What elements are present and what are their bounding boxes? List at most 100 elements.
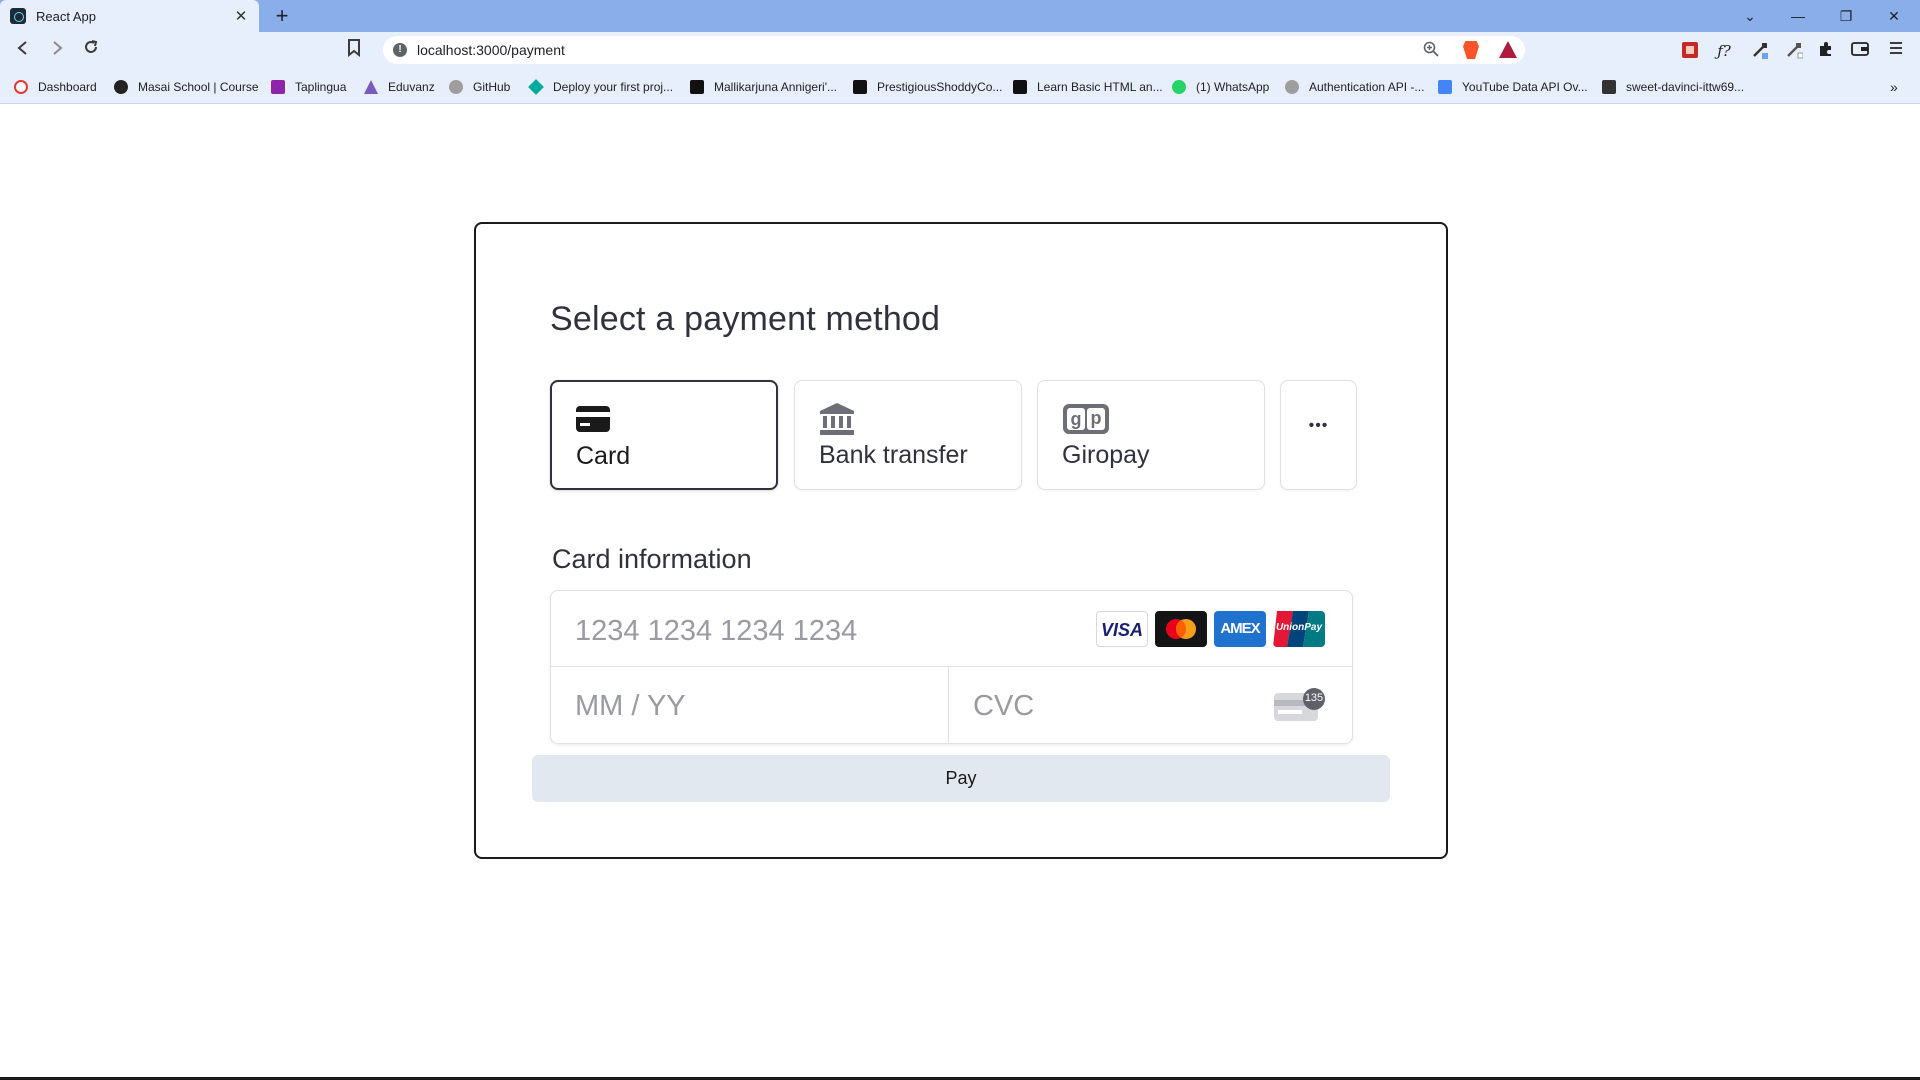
eyedropper-icon[interactable] — [1784, 41, 1804, 61]
pay-button[interactable]: Pay — [532, 755, 1390, 802]
dashboard-favicon-icon — [14, 80, 28, 94]
menu-icon[interactable] — [1886, 41, 1906, 61]
whatsapp-favicon-icon — [1172, 80, 1186, 94]
brave-shield-icon[interactable] — [1463, 41, 1479, 59]
method-label: Card — [576, 442, 631, 470]
replit-favicon-icon — [853, 80, 867, 94]
card-information-box: VISA AMEX UnionPay 135 — [550, 590, 1353, 744]
bookmark-deploy[interactable]: Deploy your first proj... — [528, 78, 674, 96]
tab-react-app[interactable]: React App ✕ — [0, 0, 259, 32]
bookmark-taplingua[interactable]: Taplingua — [271, 78, 346, 96]
restore-button[interactable]: ❐ — [1822, 0, 1870, 32]
bank-icon — [819, 403, 855, 440]
bookmark-label: GitHub — [473, 80, 511, 94]
payment-method-card[interactable]: Card — [550, 380, 778, 490]
svg-text:p: p — [1091, 408, 1102, 428]
reload-icon[interactable] — [78, 38, 104, 64]
bookmark-prestigious[interactable]: PrestigiousShoddyCo... — [853, 78, 1002, 96]
payment-method-bank-transfer[interactable]: Bank transfer — [794, 380, 1022, 490]
visa-icon: VISA — [1096, 611, 1148, 647]
taplingua-favicon-icon — [271, 80, 285, 94]
payment-panel: Select a payment method Card Bank transf… — [474, 222, 1448, 859]
github-favicon-icon — [449, 80, 463, 94]
url-text[interactable]: localhost:3000/payment — [417, 42, 565, 58]
extensions-puzzle-icon[interactable] — [1816, 41, 1836, 61]
bookmark-label: Learn Basic HTML an... — [1037, 80, 1163, 94]
bookmark-sweet-davinci[interactable]: sweet-davinci-ittw69... — [1602, 78, 1744, 96]
minimize-button[interactable]: — — [1774, 0, 1822, 32]
page-title: Select a payment method — [550, 300, 941, 338]
codesandbox-favicon-icon — [1602, 80, 1616, 94]
bookmark-label: sweet-davinci-ittw69... — [1626, 80, 1745, 94]
bookmark-label: PrestigiousShoddyCo... — [877, 80, 1003, 94]
amex-icon: AMEX — [1214, 611, 1266, 647]
method-label: Bank transfer — [819, 441, 968, 469]
wallet-icon[interactable] — [1850, 41, 1870, 61]
masai-favicon-icon — [114, 80, 128, 94]
unionpay-icon: UnionPay — [1273, 611, 1325, 647]
bookmark-label: Deploy your first proj... — [553, 80, 674, 94]
expiry-input[interactable] — [575, 686, 925, 726]
address-bar[interactable]: ! localhost:3000/payment — [383, 36, 1525, 64]
github-favicon-icon — [1285, 80, 1299, 94]
new-tab-button[interactable]: + — [270, 2, 294, 30]
cvc-cell: 135 — [949, 667, 1352, 743]
zoom-icon[interactable] — [1423, 41, 1439, 61]
bookmark-label: (1) WhatsApp — [1196, 80, 1270, 94]
bookmark-eduvanz[interactable]: Eduvanz — [364, 78, 435, 96]
tab-close-icon[interactable]: ✕ — [233, 7, 249, 25]
forward-icon[interactable] — [44, 38, 70, 64]
brave-rewards-icon[interactable] — [1499, 41, 1517, 58]
bookmarks-bar: Dashboard Masai School | Course Taplingu… — [0, 70, 1920, 104]
more-icon: ••• — [1308, 417, 1329, 434]
bookmark-dashboard[interactable]: Dashboard — [14, 78, 97, 96]
more-bookmarks-button[interactable]: » — [1890, 78, 1898, 96]
more-methods-button[interactable]: ••• — [1280, 380, 1357, 490]
amex-brand-text: AMEX — [1220, 620, 1260, 637]
card-number-input[interactable] — [575, 611, 1075, 651]
bookmark-mallikarjuna[interactable]: Mallikarjuna Annigeri'... — [690, 78, 837, 96]
react-favicon-icon — [10, 8, 26, 24]
expiry-cell — [551, 667, 949, 743]
eduvanz-favicon-icon — [364, 80, 378, 94]
bookmark-label: Masai School | Course — [138, 80, 259, 94]
visa-brand-text: VISA — [1100, 620, 1143, 640]
font-finder-icon[interactable]: ƒ? — [1714, 41, 1734, 61]
bookmark-youtube-api[interactable]: YouTube Data API Ov... — [1438, 78, 1588, 96]
netlify-favicon-icon — [528, 79, 544, 95]
bookmark-auth-api[interactable]: Authentication API -... — [1285, 78, 1424, 96]
extension-1-icon[interactable] — [1680, 41, 1700, 61]
tab-search-icon[interactable]: ⌄ — [1726, 0, 1774, 32]
method-label: Giropay — [1062, 441, 1150, 469]
card-icon — [576, 406, 610, 437]
cvc-card-icon: 135 — [1272, 687, 1326, 723]
mallikarjuna-favicon-icon — [690, 80, 704, 94]
card-information-label: Card information — [552, 544, 752, 574]
svg-text:g: g — [1071, 409, 1082, 429]
site-info-icon[interactable]: ! — [393, 43, 407, 57]
close-window-button[interactable]: ✕ — [1870, 0, 1918, 32]
bookmark-label: Taplingua — [295, 80, 347, 94]
google-dev-favicon-icon — [1438, 80, 1452, 94]
bookmark-page-icon[interactable] — [347, 39, 367, 63]
back-icon[interactable] — [10, 38, 36, 64]
giropay-icon: gp — [1062, 403, 1110, 440]
color-picker-icon[interactable] — [1750, 41, 1770, 61]
bookmark-masai[interactable]: Masai School | Course — [114, 78, 259, 96]
bookmark-whatsapp[interactable]: (1) WhatsApp — [1172, 78, 1269, 96]
card-number-row: VISA AMEX UnionPay — [551, 591, 1352, 667]
bookmark-github[interactable]: GitHub — [449, 78, 510, 96]
payment-method-giropay[interactable]: gp Giropay — [1037, 380, 1265, 490]
bookmark-label: Authentication API -... — [1309, 80, 1425, 94]
tab-strip: React App ✕ + ⌄ — ❐ ✕ — [0, 0, 1920, 32]
learn-html-favicon-icon — [1013, 80, 1027, 94]
cvc-badge-text: 135 — [1304, 692, 1324, 704]
cvc-input[interactable] — [973, 686, 1233, 726]
bookmark-label: Eduvanz — [388, 80, 435, 94]
bookmark-label: Mallikarjuna Annigeri'... — [714, 80, 838, 94]
bookmark-learn-html[interactable]: Learn Basic HTML an... — [1013, 78, 1163, 96]
unionpay-brand-text: UnionPay — [1275, 622, 1323, 633]
mastercard-icon — [1155, 611, 1207, 647]
tab-title: React App — [36, 8, 96, 24]
bookmark-label: YouTube Data API Ov... — [1462, 80, 1588, 94]
